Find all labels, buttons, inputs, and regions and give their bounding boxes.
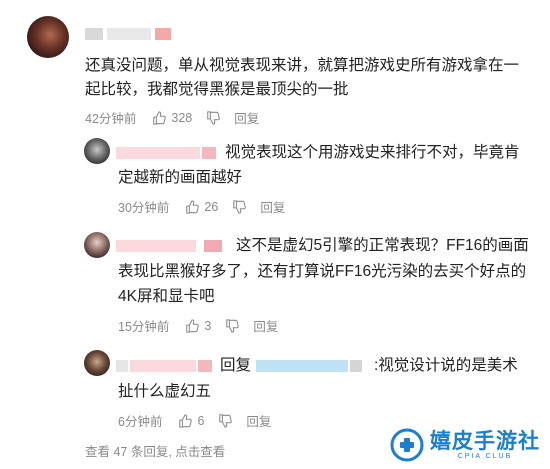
view-more-replies-link[interactable]: 查看 47 条回复, 点击查看 — [85, 441, 225, 460]
like-count: 26 — [204, 199, 219, 214]
comment-time: 42分钟前 — [85, 112, 137, 126]
like-button[interactable]: 26 — [185, 200, 218, 214]
thumbs-down-icon — [207, 110, 221, 125]
username-blurred[interactable] — [116, 240, 226, 252]
like-button[interactable]: 6 — [178, 414, 204, 428]
username-blurred[interactable] — [85, 28, 175, 40]
reply-text: :视觉设计说的是美术 — [374, 357, 518, 374]
reply-meta: 6分钟前 6 回复 — [118, 411, 271, 430]
thumbs-down-icon — [226, 318, 240, 333]
username-blurred[interactable] — [116, 360, 212, 372]
avatar[interactable] — [27, 16, 69, 58]
reply-text: 4K屏和显卡吧 — [118, 288, 215, 305]
reply-text: 这不是虚幻5引擎的正常表现？FF16的画面 — [236, 237, 529, 254]
thumbs-down-icon — [219, 413, 233, 428]
like-count: 328 — [171, 110, 193, 125]
reply-button[interactable]: 回复 — [246, 411, 271, 430]
thumbs-up-icon — [179, 413, 193, 428]
dislike-button[interactable] — [232, 199, 247, 214]
like-button[interactable]: 3 — [185, 319, 211, 333]
reply-prefix: 回复 — [220, 357, 252, 374]
avatar[interactable] — [84, 232, 110, 258]
watermark: 嬉皮手游社 CPIA CLUB — [390, 428, 540, 462]
reply-meta: 30分钟前 26 回复 — [118, 197, 285, 216]
reply-text: 定越新的画面越好 — [118, 169, 243, 186]
comment-time: 6分钟前 — [118, 415, 163, 429]
reply-button[interactable]: 回复 — [234, 108, 259, 127]
comment-thread: 还真没问题，单从视觉表现来讲，就算把游戏史所有游戏拿在一起比较，我都觉得黑猴是最… — [0, 0, 550, 469]
watermark-sub: CPIA CLUB — [457, 452, 513, 460]
username-blurred[interactable] — [116, 147, 216, 159]
thumbs-up-icon — [186, 199, 200, 214]
avatar[interactable] — [84, 138, 110, 164]
reply-meta: 15分钟前 3 回复 — [118, 316, 278, 335]
reply-text: 扯什么虚幻五 — [118, 383, 212, 400]
like-count: 6 — [197, 413, 205, 428]
thumbs-up-icon — [153, 110, 167, 125]
reply-text: 视觉表现这个用游戏史来排行不对，毕竟肯 — [225, 144, 520, 161]
mentioned-username-blurred[interactable] — [256, 360, 364, 372]
reply-button[interactable]: 回复 — [253, 316, 278, 335]
thumbs-down-icon — [233, 199, 247, 214]
main-comment-text: 还真没问题，单从视觉表现来讲，就算把游戏史所有游戏拿在一起比较，我都觉得黑猴是最… — [85, 57, 520, 98]
avatar[interactable] — [84, 350, 110, 376]
dislike-button[interactable] — [218, 413, 233, 428]
like-count: 3 — [204, 318, 212, 333]
like-button[interactable]: 328 — [152, 111, 192, 125]
dislike-button[interactable] — [206, 110, 221, 125]
reply-button[interactable]: 回复 — [260, 197, 285, 216]
controller-logo-icon — [390, 428, 424, 462]
comment-time: 30分钟前 — [118, 201, 170, 215]
reply-text: 表现比黑猴好多了，还有打算说FF16光污染的去买个好点的 — [118, 263, 527, 280]
dislike-button[interactable] — [225, 318, 240, 333]
main-comment-meta: 42分钟前 328 回复 — [85, 108, 259, 127]
thumbs-up-icon — [186, 318, 200, 333]
comment-time: 15分钟前 — [118, 320, 170, 334]
watermark-name: 嬉皮手游社 — [430, 429, 540, 453]
